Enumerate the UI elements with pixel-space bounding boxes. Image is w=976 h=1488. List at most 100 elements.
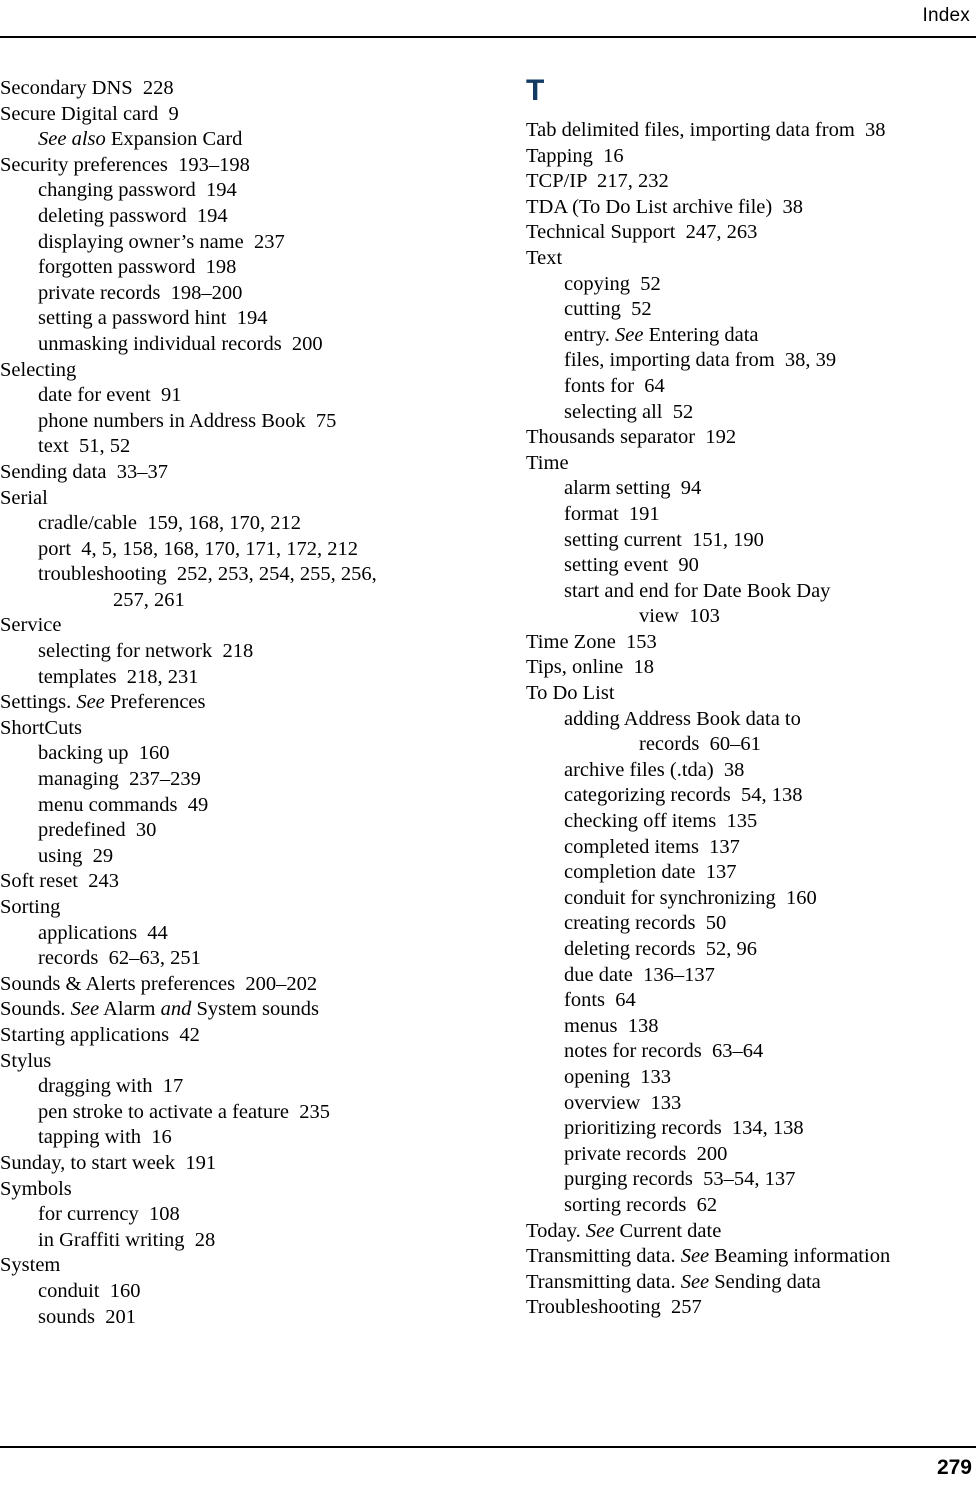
index-entry[interactable]: Symbols <box>0 1177 452 1203</box>
index-entry[interactable]: Text <box>526 246 976 272</box>
index-subentry[interactable]: menus 138 <box>526 1014 976 1040</box>
index-entry[interactable]: To Do List <box>526 681 976 707</box>
index-subentry[interactable]: pen stroke to activate a feature 235 <box>0 1100 452 1126</box>
index-subentry[interactable]: predefined 30 <box>0 818 452 844</box>
index-entry[interactable]: Time Zone 153 <box>526 630 976 656</box>
index-subentry[interactable]: setting a password hint 194 <box>0 306 452 332</box>
index-subentry[interactable]: backing up 160 <box>0 741 452 767</box>
index-subentry[interactable]: sorting records 62 <box>526 1193 976 1219</box>
index-entry[interactable]: Secure Digital card 9 <box>0 102 452 128</box>
index-subentry[interactable]: copying 52 <box>526 272 976 298</box>
index-entry[interactable]: Tips, online 18 <box>526 655 976 681</box>
index-subentry[interactable]: entry. See Entering data <box>526 323 976 349</box>
index-entry[interactable]: Sounds & Alerts preferences 200–202 <box>0 972 452 998</box>
index-entry[interactable]: Selecting <box>0 358 452 384</box>
index-subentry[interactable]: conduit 160 <box>0 1279 452 1305</box>
index-subentry[interactable]: managing 237–239 <box>0 767 452 793</box>
index-subentry[interactable]: 257, 261 <box>0 588 452 614</box>
index-subentry[interactable]: categorizing records 54, 138 <box>526 783 976 809</box>
index-subentry[interactable]: changing password 194 <box>0 178 452 204</box>
index-subentry[interactable]: prioritizing records 134, 138 <box>526 1116 976 1142</box>
index-subentry[interactable]: files, importing data from 38, 39 <box>526 348 976 374</box>
index-subentry[interactable]: deleting records 52, 96 <box>526 937 976 963</box>
index-subentry[interactable]: dragging with 17 <box>0 1074 452 1100</box>
index-subentry[interactable]: templates 218, 231 <box>0 665 452 691</box>
index-entry[interactable]: Starting applications 42 <box>0 1023 452 1049</box>
index-subentry[interactable]: setting current 151, 190 <box>526 528 976 554</box>
index-entry[interactable]: Security preferences 193–198 <box>0 153 452 179</box>
index-subentry[interactable]: private records 198–200 <box>0 281 452 307</box>
index-subentry[interactable]: menu commands 49 <box>0 793 452 819</box>
entry-text: 257, 261 <box>113 588 185 611</box>
entry-text: conduit 160 <box>38 1279 141 1302</box>
index-subentry[interactable]: adding Address Book data to <box>526 707 976 733</box>
index-subentry[interactable]: opening 133 <box>526 1065 976 1091</box>
index-subentry[interactable]: records 62–63, 251 <box>0 946 452 972</box>
index-subentry[interactable]: view 103 <box>526 604 976 630</box>
index-subentry[interactable]: private records 200 <box>526 1142 976 1168</box>
index-entry[interactable]: Sunday, to start week 191 <box>0 1151 452 1177</box>
index-subentry[interactable]: creating records 50 <box>526 911 976 937</box>
index-subentry[interactable]: unmasking individual records 200 <box>0 332 452 358</box>
index-subentry[interactable]: port 4, 5, 158, 168, 170, 171, 172, 212 <box>0 537 452 563</box>
index-entry[interactable]: Sending data 33–37 <box>0 460 452 486</box>
index-entry[interactable]: Time <box>526 451 976 477</box>
index-subentry[interactable]: archive files (.tda) 38 <box>526 758 976 784</box>
index-subentry[interactable]: checking off items 135 <box>526 809 976 835</box>
index-subentry[interactable]: cutting 52 <box>526 297 976 323</box>
index-subentry[interactable]: purging records 53–54, 137 <box>526 1167 976 1193</box>
index-subentry[interactable]: forgotten password 198 <box>0 255 452 281</box>
index-subentry[interactable]: sounds 201 <box>0 1305 452 1331</box>
index-entry[interactable]: TDA (To Do List archive file) 38 <box>526 195 976 221</box>
index-subentry[interactable]: setting event 90 <box>526 553 976 579</box>
index-entry[interactable]: TCP/IP 217, 232 <box>526 169 976 195</box>
index-entry[interactable]: Today. See Current date <box>526 1219 976 1245</box>
index-entry[interactable]: Service <box>0 613 452 639</box>
index-entry[interactable]: Transmitting data. See Sending data <box>526 1270 976 1296</box>
index-subentry[interactable]: conduit for synchronizing 160 <box>526 886 976 912</box>
index-entry[interactable]: Soft reset 243 <box>0 869 452 895</box>
index-subentry[interactable]: tapping with 16 <box>0 1125 452 1151</box>
index-subentry[interactable]: troubleshooting 252, 253, 254, 255, 256, <box>0 562 452 588</box>
index-entry[interactable]: Tapping 16 <box>526 144 976 170</box>
index-subentry[interactable]: format 191 <box>526 502 976 528</box>
index-entry[interactable]: Sorting <box>0 895 452 921</box>
index-subentry[interactable]: fonts 64 <box>526 988 976 1014</box>
index-subentry[interactable]: in Graffiti writing 28 <box>0 1228 452 1254</box>
index-subentry[interactable]: overview 133 <box>526 1091 976 1117</box>
index-entry[interactable]: Troubleshooting 257 <box>526 1295 976 1321</box>
index-subentry[interactable]: fonts for 64 <box>526 374 976 400</box>
index-entry[interactable]: Secondary DNS 228 <box>0 76 452 102</box>
index-subentry[interactable]: displaying owner’s name 237 <box>0 230 452 256</box>
index-subentry[interactable]: text 51, 52 <box>0 434 452 460</box>
index-subentry[interactable]: completion date 137 <box>526 860 976 886</box>
index-subentry[interactable]: notes for records 63–64 <box>526 1039 976 1065</box>
index-entry[interactable]: Serial <box>0 486 452 512</box>
index-entry[interactable]: Stylus <box>0 1049 452 1075</box>
footer-rule <box>0 1446 976 1448</box>
index-entry[interactable]: Technical Support 247, 263 <box>526 220 976 246</box>
index-entry[interactable]: Tab delimited files, importing data from… <box>526 118 976 144</box>
index-subentry[interactable]: applications 44 <box>0 921 452 947</box>
index-entry[interactable]: ShortCuts <box>0 716 452 742</box>
index-subentry[interactable]: records 60–61 <box>526 732 976 758</box>
index-subentry[interactable]: phone numbers in Address Book 75 <box>0 409 452 435</box>
index-entry[interactable]: Thousands separator 192 <box>526 425 976 451</box>
index-subentry[interactable]: date for event 91 <box>0 383 452 409</box>
index-entry[interactable]: System <box>0 1253 452 1279</box>
index-subentry[interactable]: selecting all 52 <box>526 400 976 426</box>
index-entry[interactable]: Sounds. See Alarm and System sounds <box>0 997 452 1023</box>
index-subentry[interactable]: for currency 108 <box>0 1202 452 1228</box>
index-subentry[interactable]: using 29 <box>0 844 452 870</box>
entry-text: templates 218, 231 <box>38 665 199 688</box>
index-subentry[interactable]: due date 136–137 <box>526 963 976 989</box>
index-subentry[interactable]: completed items 137 <box>526 835 976 861</box>
index-subentry[interactable]: deleting password 194 <box>0 204 452 230</box>
index-subentry[interactable]: cradle/cable 159, 168, 170, 212 <box>0 511 452 537</box>
index-entry[interactable]: Settings. See Preferences <box>0 690 452 716</box>
index-subentry[interactable]: See also Expansion Card <box>0 127 452 153</box>
index-subentry[interactable]: alarm setting 94 <box>526 476 976 502</box>
index-subentry[interactable]: start and end for Date Book Day <box>526 579 976 605</box>
index-subentry[interactable]: selecting for network 218 <box>0 639 452 665</box>
index-entry[interactable]: Transmitting data. See Beaming informati… <box>526 1244 976 1270</box>
